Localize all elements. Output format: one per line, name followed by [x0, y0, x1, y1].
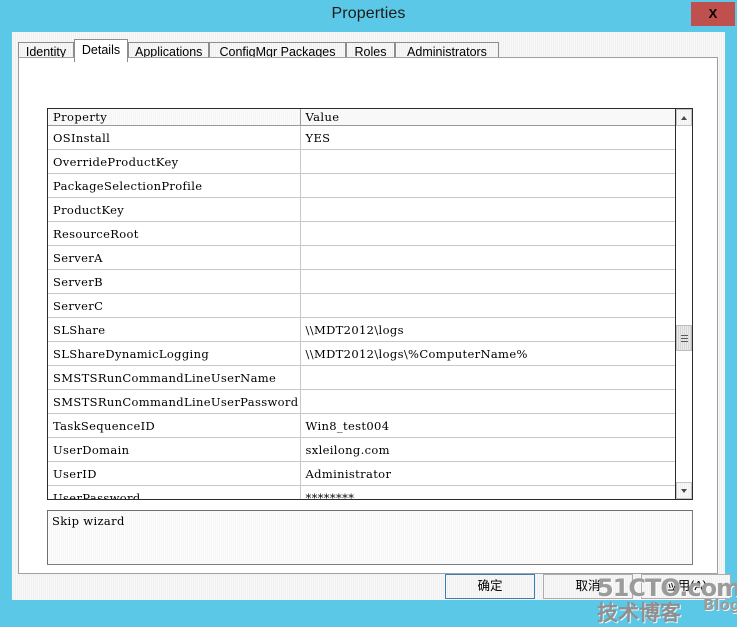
column-header-value[interactable]: Value	[300, 109, 677, 126]
chevron-down-icon	[681, 489, 687, 493]
table-row[interactable]: SLShareDynamicLogging \\MDT2012\logs\%Com…	[48, 341, 677, 366]
description-textbox[interactable]: Skip wizard	[47, 510, 693, 565]
cell-property: OSInstall	[48, 125, 301, 150]
tab-details[interactable]: Details	[74, 39, 128, 62]
table-row[interactable]: PackageSelectionProfile	[48, 173, 677, 198]
chevron-up-icon	[681, 116, 687, 120]
cell-value	[300, 245, 677, 270]
cell-value	[300, 293, 677, 318]
dialog-body: Identity Details Applications ConfigMgr Pac…	[12, 32, 737, 625]
cell-property: ServerB	[48, 269, 301, 294]
vertical-scrollbar[interactable]	[675, 109, 692, 499]
window-title: Properties	[331, 5, 406, 22]
table-body: OSInstall YES OverrideProductKey PackageSel…	[48, 125, 677, 499]
cell-property: ServerC	[48, 293, 301, 318]
cell-property: SLShare	[48, 317, 301, 342]
cell-property: SMSTSRunCommandLineUserName	[48, 365, 301, 390]
scroll-down-arrow-icon[interactable]	[676, 482, 692, 499]
column-header-property[interactable]: Property	[48, 109, 301, 126]
cell-property: ServerA	[48, 245, 301, 270]
cancel-button[interactable]: 取消	[543, 574, 633, 599]
close-icon[interactable]: X	[691, 2, 735, 26]
table-row[interactable]: ServerC	[48, 293, 677, 318]
cell-value	[300, 221, 677, 246]
cell-value: YES	[300, 125, 677, 150]
table-row[interactable]: TaskSequenceID Win8_test004	[48, 413, 677, 438]
cell-value	[300, 173, 677, 198]
cell-property: UserID	[48, 461, 301, 486]
cell-value	[300, 197, 677, 222]
scrollbar-thumb[interactable]	[676, 325, 692, 351]
cell-value: sxleilong.com	[300, 437, 677, 462]
cell-property: PackageSelectionProfile	[48, 173, 301, 198]
scroll-up-arrow-icon[interactable]	[676, 109, 692, 126]
table-row[interactable]: UserDomain sxleilong.com	[48, 437, 677, 462]
table-row[interactable]: ServerA	[48, 245, 677, 270]
table-row[interactable]: ResourceRoot	[48, 221, 677, 246]
cell-property: TaskSequenceID	[48, 413, 301, 438]
table-row[interactable]: OverrideProductKey	[48, 149, 677, 174]
properties-list[interactable]: Property Value OSInstall YES OverrideProdu…	[47, 108, 693, 500]
cell-value	[300, 149, 677, 174]
cell-property: UserDomain	[48, 437, 301, 462]
cell-value: ********	[300, 485, 677, 499]
table-row[interactable]: OSInstall YES	[48, 125, 677, 150]
cell-value: \\MDT2012\logs	[300, 317, 677, 342]
table-header-row: Property Value	[48, 109, 677, 126]
table-row[interactable]: SLShare \\MDT2012\logs	[48, 317, 677, 342]
table-row[interactable]: ProductKey	[48, 197, 677, 222]
cell-property: SMSTSRunCommandLineUserPassword	[48, 389, 301, 414]
title-bar: Properties X	[0, 0, 737, 32]
tab-page-details: Property Value OSInstall YES OverrideProdu…	[18, 57, 718, 574]
watermark-subtitle: 技术博客	[597, 601, 681, 625]
grip-line	[681, 335, 688, 336]
properties-grid-viewport: Property Value OSInstall YES OverrideProdu…	[48, 109, 677, 499]
cell-property: ProductKey	[48, 197, 301, 222]
apply-button[interactable]: 应用(A)	[641, 574, 731, 599]
table-row[interactable]: UserPassword ********	[48, 485, 677, 499]
cell-value: Win8_test004	[300, 413, 677, 438]
cell-value	[300, 365, 677, 390]
properties-dialog-window: Properties X Identity Details Applications…	[0, 0, 737, 625]
table-row[interactable]: ServerB	[48, 269, 677, 294]
cell-property: ResourceRoot	[48, 221, 301, 246]
cell-value	[300, 269, 677, 294]
grip-line	[681, 341, 688, 342]
table-row[interactable]: SMSTSRunCommandLineUserPassword	[48, 389, 677, 414]
ok-button[interactable]: 确定	[445, 574, 535, 599]
cell-property: UserPassword	[48, 485, 301, 499]
table-row[interactable]: SMSTSRunCommandLineUserName	[48, 365, 677, 390]
table-row[interactable]: UserID Administrator	[48, 461, 677, 486]
grip-line	[681, 338, 688, 339]
cell-value: Administrator	[300, 461, 677, 486]
cell-property: SLShareDynamicLogging	[48, 341, 301, 366]
cell-value: \\MDT2012\logs\%ComputerName%	[300, 341, 677, 366]
properties-table: Property Value OSInstall YES OverrideProdu…	[48, 109, 677, 499]
cell-value	[300, 389, 677, 414]
cell-property: OverrideProductKey	[48, 149, 301, 174]
